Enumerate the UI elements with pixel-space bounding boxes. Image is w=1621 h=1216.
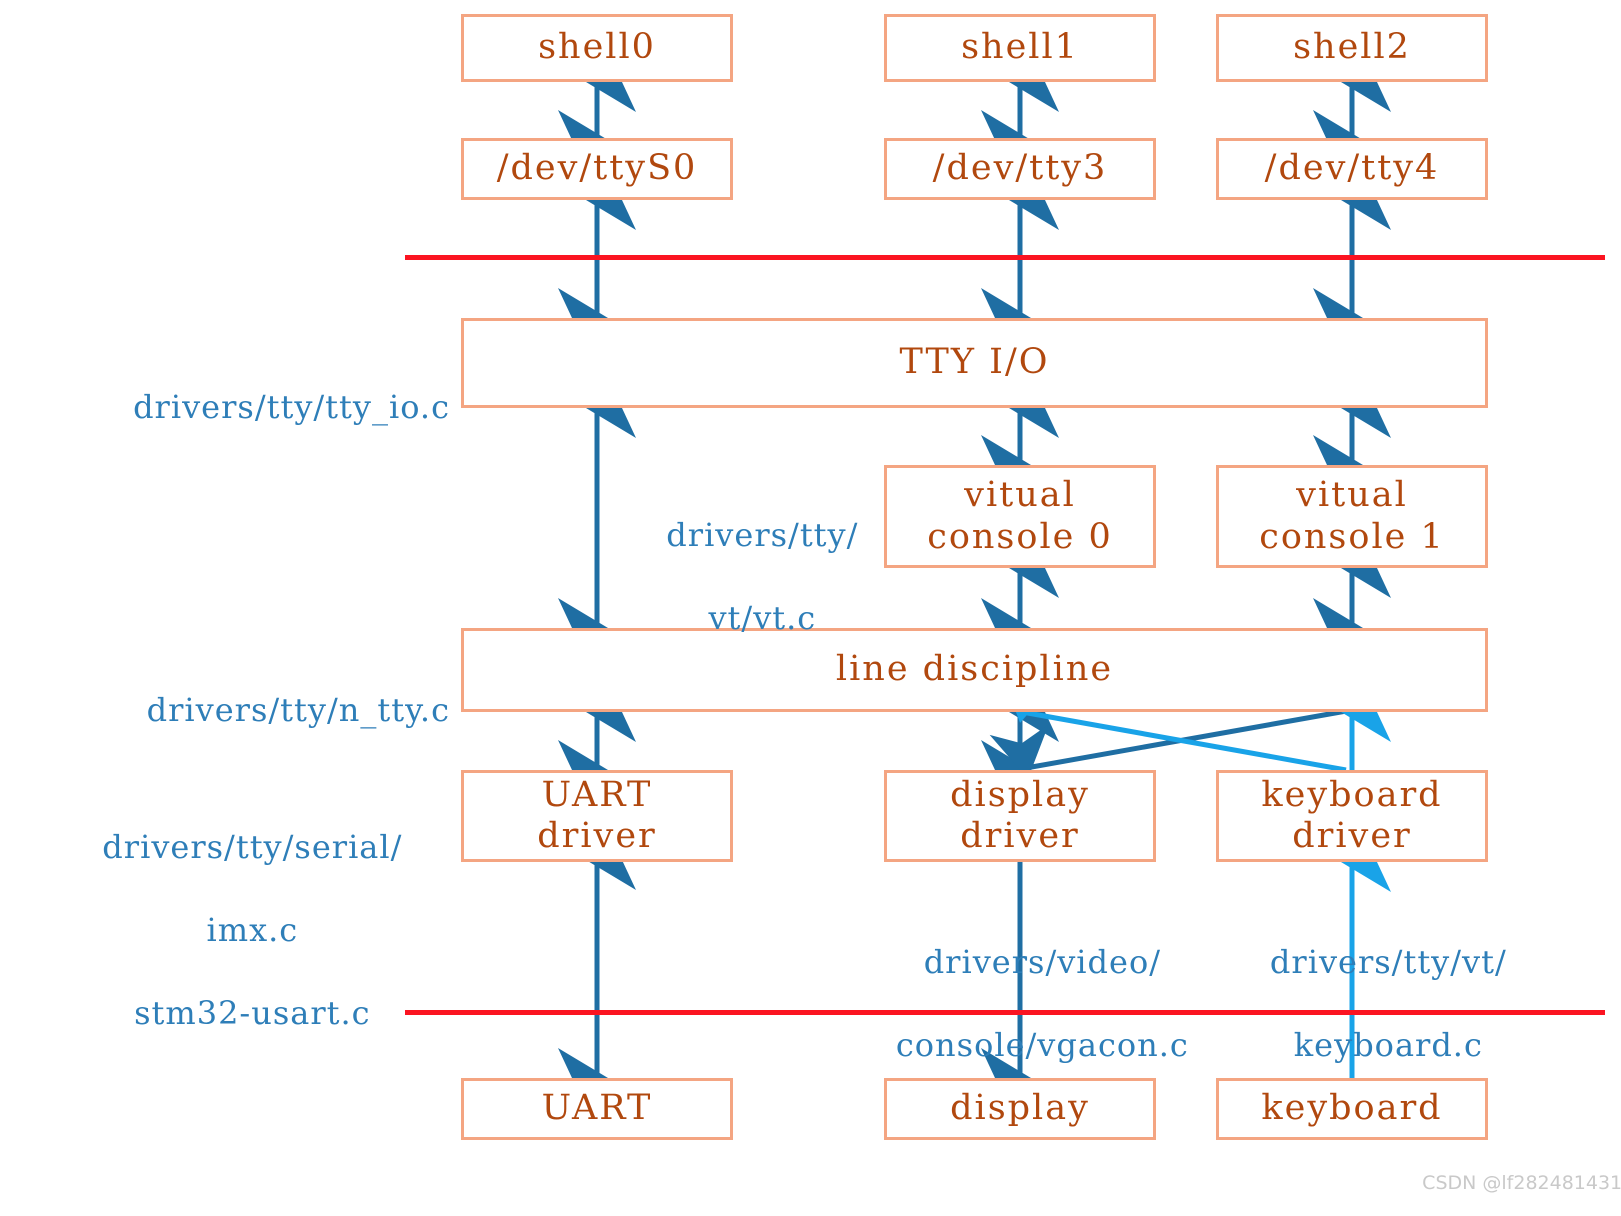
label-vt-path-line1: drivers/tty/ <box>666 515 859 554</box>
box-dev-tty4-label: /dev/tty4 <box>1264 148 1440 189</box>
box-shell0-label: shell0 <box>538 27 656 68</box>
box-vitual-console-1[interactable]: vitual console 1 <box>1216 465 1488 568</box>
box-shell0[interactable]: shell0 <box>461 14 733 82</box>
label-n-tty-path-text: drivers/tty/n_tty.c <box>146 690 450 729</box>
label-vt-path: drivers/tty/ vt/vt.c <box>600 473 880 681</box>
separator-userspace-kernel <box>405 255 1605 260</box>
label-tty-io-path: drivers/tty/tty_io.c <box>10 345 450 470</box>
box-display-driver[interactable]: display driver <box>884 770 1156 862</box>
box-dev-ttyS0[interactable]: /dev/ttyS0 <box>461 138 733 200</box>
box-tty-io-label: TTY I/O <box>899 342 1050 383</box>
label-tty-io-path-text: drivers/tty/tty_io.c <box>133 387 450 426</box>
box-uart-label: UART <box>541 1088 653 1129</box>
label-n-tty-path: drivers/tty/n_tty.c <box>10 648 450 773</box>
box-shell2[interactable]: shell2 <box>1216 14 1488 82</box>
box-keyboard-driver[interactable]: keyboard driver <box>1216 770 1488 862</box>
box-dev-tty4[interactable]: /dev/tty4 <box>1216 138 1488 200</box>
box-shell1[interactable]: shell1 <box>884 14 1156 82</box>
label-serial-path-line3: stm32-usart.c <box>134 993 371 1032</box>
box-keyboard-driver-line1: keyboard <box>1261 774 1443 815</box>
box-tty-io[interactable]: TTY I/O <box>461 318 1488 408</box>
box-shell1-label: shell1 <box>961 27 1079 68</box>
label-vgacon-path: drivers/video/ console/vgacon.c <box>832 900 1208 1108</box>
label-serial-path-line2: imx.c <box>206 910 299 949</box>
box-vitual-console-1-line1: vitual <box>1296 475 1408 516</box>
arrow-linedisc-to-displaydriver-diagonal <box>989 707 1353 779</box>
box-vitual-console-0-line1: vitual <box>964 475 1076 516</box>
box-uart-driver-line2: driver <box>537 816 657 856</box>
watermark: CSDN @lf282481431 <box>1398 1150 1621 1216</box>
box-vitual-console-1-line2: console 1 <box>1259 516 1445 557</box>
label-keyboard-path-line1: drivers/tty/vt/ <box>1269 942 1507 981</box>
box-keyboard-driver-line2: driver <box>1292 816 1412 856</box>
box-uart[interactable]: UART <box>461 1078 733 1140</box>
box-dev-tty3[interactable]: /dev/tty3 <box>884 138 1156 200</box>
box-uart-driver-line1: UART <box>541 774 653 815</box>
box-vitual-console-0-line2: console 0 <box>927 516 1113 557</box>
watermark-text: CSDN @lf282481431 <box>1422 1172 1621 1194</box>
box-dev-tty3-label: /dev/tty3 <box>932 148 1108 189</box>
label-keyboard-path: drivers/tty/vt/ keyboard.c <box>1216 900 1516 1108</box>
label-keyboard-path-line2: keyboard.c <box>1293 1025 1483 1064</box>
box-display-driver-line1: display <box>950 774 1090 815</box>
label-vt-path-line2: vt/vt.c <box>708 598 817 637</box>
label-vgacon-path-line1: drivers/video/ <box>923 942 1161 981</box>
box-uart-driver[interactable]: UART driver <box>461 770 733 862</box>
diagram-canvas: shell0 shell1 shell2 /dev/ttyS0 /dev/tty… <box>0 0 1621 1194</box>
label-vgacon-path-line2: console/vgacon.c <box>895 1025 1189 1064</box>
label-serial-path-line1: drivers/tty/serial/ <box>102 827 403 866</box>
box-display-driver-line2: driver <box>960 816 1080 856</box>
box-shell2-label: shell2 <box>1293 27 1411 68</box>
box-dev-ttyS0-label: /dev/ttyS0 <box>496 148 698 189</box>
separator-kernel-hardware <box>405 1010 1605 1015</box>
box-vitual-console-0[interactable]: vitual console 0 <box>884 465 1156 568</box>
label-serial-path: drivers/tty/serial/ imx.c stm32-usart.c <box>10 785 450 1076</box>
